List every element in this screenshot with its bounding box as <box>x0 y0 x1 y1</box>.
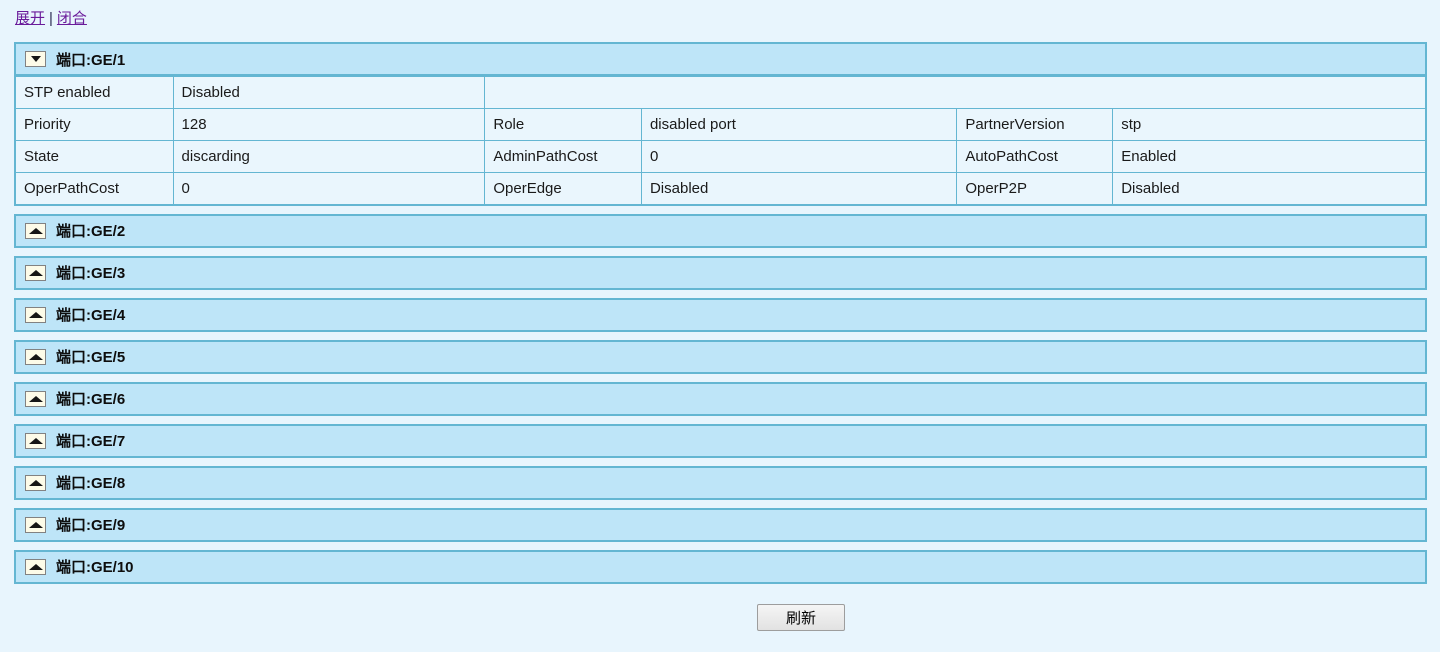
section-title: 端口:GE/9 <box>56 514 125 535</box>
triangle-up-icon <box>29 312 43 318</box>
triangle-down-icon <box>31 56 41 62</box>
table-row: STP enabled Disabled <box>15 77 1426 109</box>
field-label: OperPathCost <box>15 173 173 205</box>
section-header-ge5[interactable]: 端口:GE/5 <box>14 340 1427 374</box>
field-value: Disabled <box>1113 173 1426 205</box>
section-title: 端口:GE/3 <box>56 262 125 283</box>
triangle-up-icon <box>29 438 43 444</box>
port-list: 端口:GE/1 STP enabled Disabled Priority 12… <box>14 42 1427 584</box>
triangle-up-icon <box>29 396 43 402</box>
expand-toggle-button[interactable] <box>25 391 46 407</box>
triangle-up-icon <box>29 564 43 570</box>
section-title: 端口:GE/8 <box>56 472 125 493</box>
section-header-ge10[interactable]: 端口:GE/10 <box>14 550 1427 584</box>
expand-toggle-button[interactable] <box>25 223 46 239</box>
section-header-ge9[interactable]: 端口:GE/9 <box>14 508 1427 542</box>
triangle-up-icon <box>29 480 43 486</box>
field-label: Role <box>485 109 642 141</box>
field-value: 0 <box>173 173 485 205</box>
table-row: Priority 128 Role disabled port PartnerV… <box>15 109 1426 141</box>
section-header-ge7[interactable]: 端口:GE/7 <box>14 424 1427 458</box>
field-label: PartnerVersion <box>957 109 1113 141</box>
section-title: 端口:GE/7 <box>56 430 125 451</box>
expand-all-link[interactable]: 展开 <box>15 10 45 27</box>
field-value: 128 <box>173 109 485 141</box>
collapse-all-link[interactable]: 闭合 <box>57 10 87 27</box>
field-label: STP enabled <box>15 77 173 109</box>
table-row: State discarding AdminPathCost 0 AutoPat… <box>15 141 1426 173</box>
expand-toggle-button[interactable] <box>25 265 46 281</box>
section-header-ge1[interactable]: 端口:GE/1 <box>14 42 1427 76</box>
table-row: OperPathCost 0 OperEdge Disabled OperP2P… <box>15 173 1426 205</box>
refresh-button-area: 刷新 <box>0 604 1440 631</box>
section-title: 端口:GE/2 <box>56 220 125 241</box>
collapse-toggle-button[interactable] <box>25 51 46 67</box>
field-label: AutoPathCost <box>957 141 1113 173</box>
section-header-ge2[interactable]: 端口:GE/2 <box>14 214 1427 248</box>
triangle-up-icon <box>29 270 43 276</box>
stp-detail-table: STP enabled Disabled Priority 128 Role d… <box>14 76 1427 206</box>
section-header-ge4[interactable]: 端口:GE/4 <box>14 298 1427 332</box>
expand-toggle-button[interactable] <box>25 475 46 491</box>
section-title: 端口:GE/5 <box>56 346 125 367</box>
field-value: stp <box>1113 109 1426 141</box>
field-value: disabled port <box>641 109 956 141</box>
field-label: OperP2P <box>957 173 1113 205</box>
field-value: 0 <box>641 141 956 173</box>
section-title: 端口:GE/6 <box>56 388 125 409</box>
triangle-up-icon <box>29 354 43 360</box>
expand-toggle-button[interactable] <box>25 559 46 575</box>
expand-toggle-button[interactable] <box>25 307 46 323</box>
field-label: Priority <box>15 109 173 141</box>
section-title: 端口:GE/1 <box>56 49 125 70</box>
link-separator: | <box>49 10 53 27</box>
field-value: Disabled <box>641 173 956 205</box>
section-title: 端口:GE/4 <box>56 304 125 325</box>
expand-toggle-button[interactable] <box>25 433 46 449</box>
field-label: State <box>15 141 173 173</box>
field-label: OperEdge <box>485 173 642 205</box>
section-title: 端口:GE/10 <box>56 556 134 577</box>
field-value: Enabled <box>1113 141 1426 173</box>
empty-cell <box>485 77 1426 109</box>
field-label: AdminPathCost <box>485 141 642 173</box>
refresh-button[interactable]: 刷新 <box>757 604 845 631</box>
expand-toggle-button[interactable] <box>25 517 46 533</box>
triangle-up-icon <box>29 522 43 528</box>
section-header-ge3[interactable]: 端口:GE/3 <box>14 256 1427 290</box>
field-value: Disabled <box>173 77 485 109</box>
expand-collapse-toolbar: 展开|闭合 <box>0 0 1440 42</box>
field-value: discarding <box>173 141 485 173</box>
section-header-ge6[interactable]: 端口:GE/6 <box>14 382 1427 416</box>
expand-toggle-button[interactable] <box>25 349 46 365</box>
section-header-ge8[interactable]: 端口:GE/8 <box>14 466 1427 500</box>
triangle-up-icon <box>29 228 43 234</box>
